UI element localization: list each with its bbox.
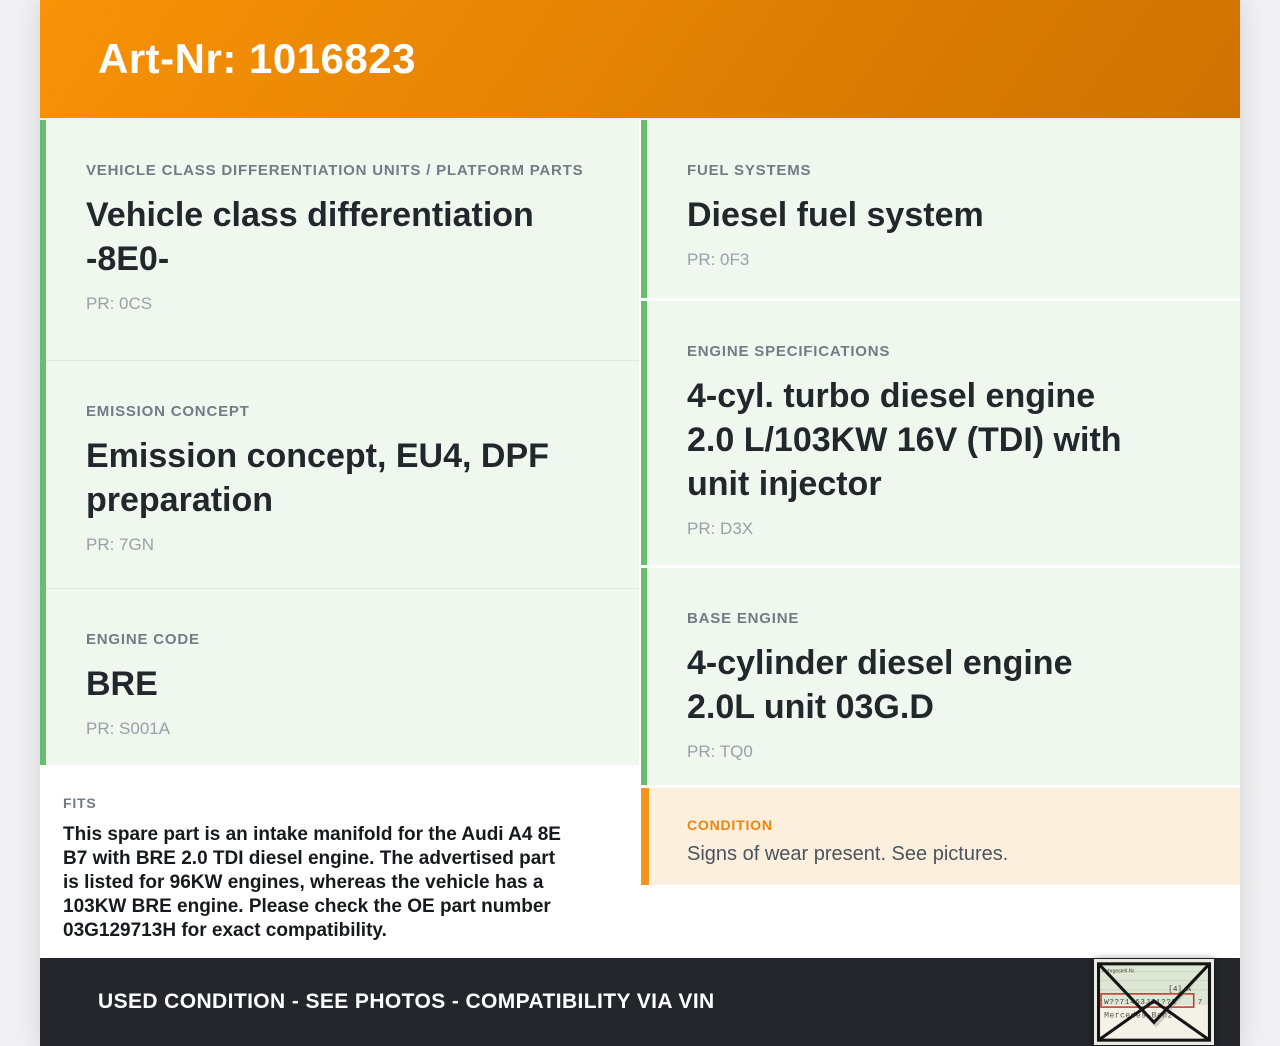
vin-suffix: 7	[1198, 999, 1203, 1007]
condition-label: CONDITION	[687, 817, 773, 833]
spec-card-base-engine: BASE ENGINE 4-cylinder diesel engine 2.0…	[641, 568, 1240, 785]
spec-label: EMISSION CONCEPT	[86, 403, 250, 420]
spec-card-engine-specifications: ENGINE SPECIFICATIONS 4-cyl. turbo diese…	[641, 301, 1240, 565]
spec-card-engine-code: ENGINE CODE BRE PR: S001A	[46, 589, 639, 765]
spec-label: VEHICLE CLASS DIFFERENTIATION UNITS / PL…	[86, 162, 584, 179]
fits-card: FITS This spare part is an intake manifo…	[40, 768, 639, 958]
spec-value: Vehicle class differentiation -8E0-	[86, 196, 534, 278]
pr-code: PR: TQ0	[687, 742, 753, 761]
spec-value: 4-cyl. turbo diesel engine 2.0 L/103KW 1…	[687, 377, 1122, 503]
pr-code: PR: D3X	[687, 519, 754, 538]
fits-label: FITS	[63, 795, 97, 811]
spec-value: BRE	[86, 665, 158, 703]
footer-bar: USED CONDITION - SEE PHOTOS - COMPATIBIL…	[40, 958, 1240, 1046]
envelope-over-registration-icon: Fahrgestell-Nr. [4] A W??71463J31??8 7 M…	[1097, 962, 1211, 1042]
spec-label: BASE ENGINE	[687, 610, 800, 627]
spec-columns: VEHICLE CLASS DIFFERENTIATION UNITS / PL…	[40, 120, 1240, 958]
fits-description: This spare part is an intake manifold fo…	[63, 824, 561, 941]
spec-label: ENGINE CODE	[86, 631, 200, 648]
spec-value: Emission concept, EU4, DPF preparation	[86, 437, 549, 519]
spec-label: FUEL SYSTEMS	[687, 162, 812, 179]
spec-card-emission-concept: EMISSION CONCEPT Emission concept, EU4, …	[46, 361, 639, 588]
condition-card: CONDITION Signs of wear present. See pic…	[641, 788, 1240, 885]
left-column: VEHICLE CLASS DIFFERENTIATION UNITS / PL…	[40, 120, 639, 958]
header-banner: Art-Nr: 1016823	[40, 0, 1240, 118]
pr-code: PR: 7GN	[86, 535, 155, 554]
condition-text: Signs of wear present. See pictures.	[687, 843, 1009, 865]
footer-notice: USED CONDITION - SEE PHOTOS - COMPATIBIL…	[98, 990, 715, 1013]
listing-sheet: Art-Nr: 1016823 VEHICLE CLASS DIFFERENTI…	[40, 0, 1240, 1046]
pr-code: PR: 0CS	[86, 294, 153, 313]
spec-card-fuel-systems: FUEL SYSTEMS Diesel fuel system PR: 0F3	[641, 120, 1240, 298]
vin-document-envelope-image: Fahrgestell-Nr. [4] A W??71463J31??8 7 M…	[1094, 959, 1214, 1045]
article-number-title: Art-Nr: 1016823	[98, 35, 416, 82]
spec-card-vehicle-class: VEHICLE CLASS DIFFERENTIATION UNITS / PL…	[46, 120, 639, 360]
spec-value: 4-cylinder diesel engine 2.0L unit 03G.D	[687, 644, 1073, 726]
spec-label: ENGINE SPECIFICATIONS	[687, 343, 891, 360]
spec-group-left: VEHICLE CLASS DIFFERENTIATION UNITS / PL…	[40, 120, 639, 765]
empty-space	[641, 888, 1240, 958]
right-column: FUEL SYSTEMS Diesel fuel system PR: 0F3 …	[641, 120, 1240, 958]
spec-value: Diesel fuel system	[687, 196, 984, 234]
pr-code: PR: S001A	[86, 719, 171, 738]
pr-code: PR: 0F3	[687, 250, 750, 269]
